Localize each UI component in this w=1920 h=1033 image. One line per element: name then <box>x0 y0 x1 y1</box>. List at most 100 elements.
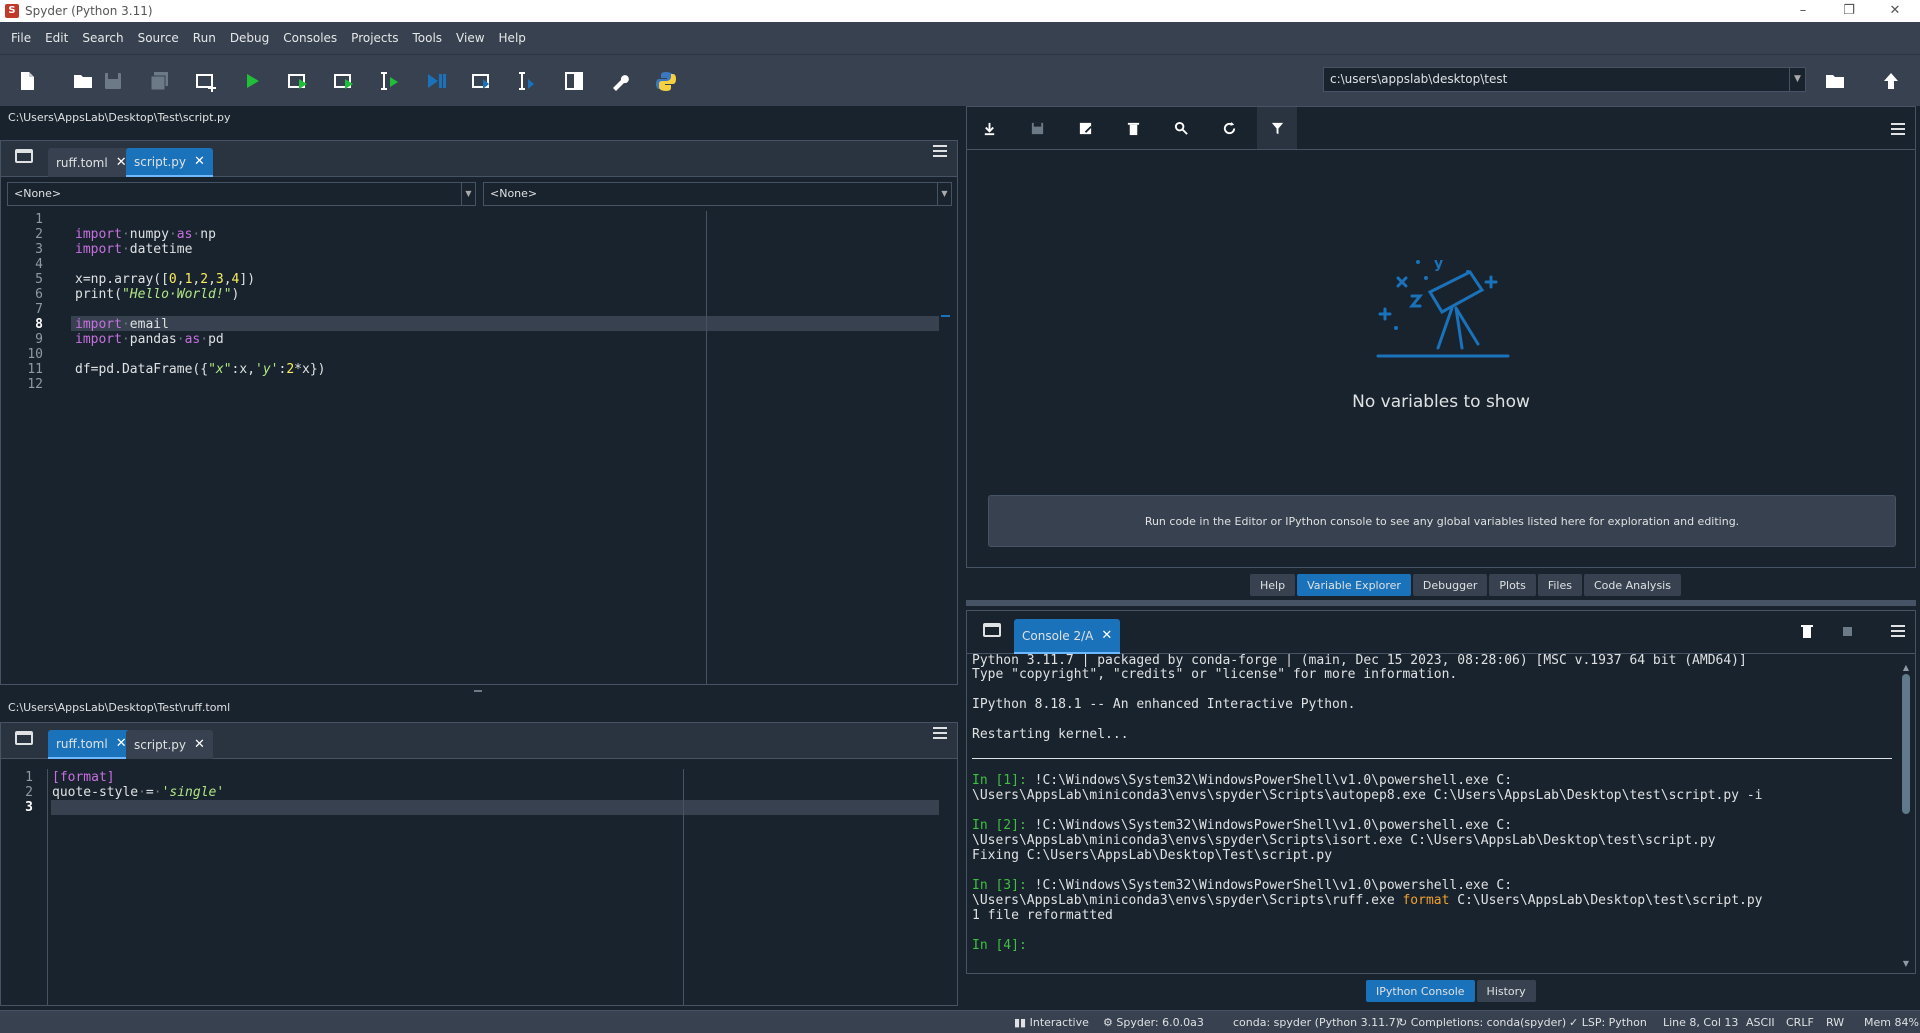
scrollbar-thumb[interactable] <box>1902 674 1910 814</box>
download-icon <box>984 122 994 135</box>
menu-tools[interactable]: Tools <box>405 31 449 45</box>
browse-tabs-icon[interactable] <box>15 731 33 745</box>
save-all-button[interactable] <box>145 67 175 95</box>
run-cell-advance-button[interactable] <box>329 67 359 95</box>
parent-directory-button[interactable] <box>1876 67 1906 95</box>
line-number: 1 <box>35 212 43 227</box>
debug-cell-button[interactable] <box>467 67 497 95</box>
env-status[interactable]: conda: spyder (Python 3.11.7) <box>1233 1016 1400 1029</box>
menu-edit[interactable]: Edit <box>38 31 75 45</box>
debug-file-button[interactable] <box>421 67 451 95</box>
code-editor-bottom[interactable]: 1 2 3 [format] quote-style·=·'single' <box>1 769 957 1005</box>
remove-all-variables-button[interactable] <box>1113 107 1153 149</box>
browse-tabs-icon[interactable] <box>983 623 1001 637</box>
tab-files[interactable]: Files <box>1537 574 1582 596</box>
console-output[interactable]: Python 3.11.7 | packaged by conda-forge … <box>972 653 1892 953</box>
menu-debug[interactable]: Debug <box>223 31 276 45</box>
interactive-status[interactable]: ▮▮ Interactive <box>1014 1016 1089 1029</box>
menu-consoles[interactable]: Consoles <box>276 31 344 45</box>
browse-tabs-icon[interactable] <box>15 149 33 163</box>
save-data-as-button[interactable] <box>1065 107 1105 149</box>
console-options-menu-icon[interactable] <box>1891 625 1905 637</box>
tab-script-py[interactable]: script.py ✕ <box>126 148 213 177</box>
console-line: IPython 8.18.1 -- An enhanced Interactiv… <box>972 697 1356 712</box>
tab-variable-explorer[interactable]: Variable Explorer <box>1297 574 1411 596</box>
close-window-button[interactable]: ✕ <box>1872 0 1918 22</box>
pythonpath-manager-button[interactable] <box>651 67 681 95</box>
refresh-variables-button[interactable] <box>1209 107 1249 149</box>
tab-code-analysis[interactable]: Code Analysis <box>1583 574 1681 596</box>
new-file-button[interactable] <box>12 67 42 95</box>
save-file-button[interactable] <box>98 67 128 95</box>
lsp-status[interactable]: ✓ LSP: Python <box>1569 1016 1647 1029</box>
tab-plots[interactable]: Plots <box>1489 574 1536 596</box>
input-prompt: In [3]: <box>972 878 1027 893</box>
function-selector-combo[interactable]: <None> ▼ <box>483 182 952 206</box>
close-icon[interactable]: ✕ <box>194 737 205 752</box>
code-line: import·datetime <box>75 242 325 257</box>
tab-script-py[interactable]: script.py ✕ <box>126 730 213 759</box>
variable-explorer-options-icon[interactable] <box>1891 123 1905 135</box>
maximize-button[interactable]: ❐ <box>1826 0 1872 22</box>
chevron-down-icon: ▼ <box>937 183 951 205</box>
tab-ipython-console[interactable]: IPython Console <box>1366 980 1475 1002</box>
editor-top-tabbar: ruff.toml ✕ script.py ✕ <box>1 141 957 177</box>
tab-console-2a[interactable]: Console 2/A ✕ <box>1014 619 1121 654</box>
open-file-button[interactable] <box>68 67 98 95</box>
line-number: 4 <box>35 257 43 272</box>
search-variables-button[interactable] <box>1161 107 1201 149</box>
refresh-icon <box>1223 121 1235 134</box>
interactive-label: Interactive <box>1029 1016 1089 1029</box>
scroll-up-icon[interactable]: ▲ <box>1901 663 1911 672</box>
menu-view[interactable]: View <box>449 31 491 45</box>
chevron-down-icon[interactable]: ▼ <box>1789 68 1805 91</box>
run-selection-button[interactable] <box>375 67 405 95</box>
trash-icon[interactable] <box>1799 623 1815 639</box>
import-data-button[interactable] <box>969 107 1009 149</box>
filter-variables-button[interactable] <box>1257 107 1297 149</box>
menu-file[interactable]: File <box>4 31 38 45</box>
console-scrollbar[interactable]: ▲ ▼ <box>1901 663 1911 968</box>
scroll-down-icon[interactable]: ▼ <box>1901 959 1911 968</box>
run-icon <box>247 74 259 88</box>
run-file-button[interactable] <box>237 67 267 95</box>
tab-debugger[interactable]: Debugger <box>1412 574 1488 596</box>
menu-search[interactable]: Search <box>75 31 130 45</box>
close-icon[interactable]: ✕ <box>116 736 127 751</box>
console-keyword: format <box>1402 893 1450 908</box>
edge-line <box>683 769 684 1005</box>
menu-run[interactable]: Run <box>186 31 223 45</box>
cursor-position-status: Line 8, Col 13 <box>1663 1016 1739 1029</box>
working-directory-combo[interactable]: c:\users\appslab\desktop\test ▼ <box>1323 67 1806 92</box>
code-editor-top[interactable]: 1 2 3 4 5 6 7 8 9 10 11 12 import·numpy·… <box>1 211 957 684</box>
tab-history[interactable]: History <box>1476 980 1536 1002</box>
maximize-pane-button[interactable] <box>559 67 589 95</box>
stop-kernel-icon[interactable] <box>1843 627 1852 636</box>
create-cell-button[interactable] <box>191 67 221 95</box>
console-blank <box>972 742 1892 757</box>
editor-options-menu-icon[interactable] <box>933 145 947 157</box>
filter-icon <box>1271 122 1283 134</box>
splitter-handle[interactable] <box>474 690 482 692</box>
run-cell-button[interactable] <box>283 67 313 95</box>
close-icon[interactable]: ✕ <box>1101 628 1112 643</box>
menu-source[interactable]: Source <box>131 31 186 45</box>
completions-status[interactable]: ↻ Completions: conda(spyder) <box>1398 1016 1566 1029</box>
class-selector-combo[interactable]: <None> ▼ <box>7 182 476 206</box>
tab-ruff-toml[interactable]: ruff.toml ✕ <box>48 730 135 759</box>
editor-options-menu-icon[interactable] <box>933 727 947 739</box>
minimize-button[interactable]: – <box>1780 0 1826 22</box>
tab-ruff-toml[interactable]: ruff.toml ✕ <box>48 148 135 177</box>
console-blank <box>972 923 1892 938</box>
pane-splitter[interactable] <box>966 600 1916 606</box>
preferences-button[interactable] <box>605 67 635 95</box>
save-data-button[interactable] <box>1017 107 1057 149</box>
debug-selection-button[interactable] <box>513 67 543 95</box>
browse-directory-button[interactable] <box>1820 67 1850 95</box>
tab-help[interactable]: Help <box>1250 574 1296 596</box>
close-icon[interactable]: ✕ <box>194 154 205 169</box>
menu-help[interactable]: Help <box>492 31 533 45</box>
menu-projects[interactable]: Projects <box>344 31 405 45</box>
close-icon[interactable]: ✕ <box>116 155 127 170</box>
